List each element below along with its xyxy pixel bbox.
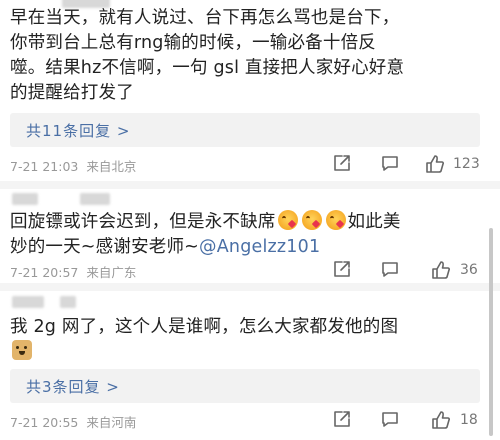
like-count: 123 — [453, 156, 480, 172]
like-button[interactable] — [424, 153, 446, 175]
thumbs-up-icon — [432, 411, 450, 429]
like-button[interactable] — [430, 409, 452, 431]
comment-text-segment: 如此美 — [347, 212, 401, 232]
comment-time: 7-21 21:03 — [10, 159, 79, 174]
blurred-avatar — [12, 296, 44, 308]
comment-icon — [382, 156, 398, 171]
comment-meta-text: 7-21 20:57 来自广东 — [10, 262, 136, 281]
doge-emoji — [12, 340, 32, 360]
comment-location: 来自广东 — [86, 265, 137, 280]
view-replies-link[interactable]: 共11条回复 > — [26, 120, 130, 141]
comment-meta: 7-21 20:55 来自河南 18 — [10, 409, 490, 431]
share-icon — [334, 155, 350, 171]
comment-text-line: 妙的一天~感谢安老师~@Angelzz101 — [10, 235, 480, 260]
share-button[interactable] — [332, 153, 352, 173]
comment-text-line: 噬。结果hz不信啊，一句 gsl 直接把人家好心好意 — [10, 58, 405, 78]
scrollbar[interactable] — [489, 228, 493, 436]
comment-meta: 7-21 21:03 来自北京 123 — [10, 153, 490, 175]
comment-location: 来自河南 — [86, 415, 137, 430]
thumbs-up-icon — [426, 155, 444, 173]
comment-meta-text: 7-21 21:03 来自北京 — [10, 156, 136, 175]
comment-text-line: 早在当天，就有人说过、台下再怎么骂也是台下， — [10, 8, 400, 28]
comment-icon — [382, 262, 398, 277]
like-count: 36 — [460, 262, 478, 278]
comment-text: 我 2g 网了，这个人是谁啊，怎么大家都发他的图 — [10, 315, 480, 365]
blurred-username — [80, 193, 110, 205]
like-count: 18 — [460, 412, 478, 428]
comment-meta-text: 7-21 20:55 来自河南 — [10, 412, 136, 431]
comment-text-line — [10, 340, 480, 365]
comment-text: 早在当天，就有人说过、台下再怎么骂也是台下， 你带到台上总有rng输的时候，一输… — [10, 6, 480, 106]
user-mention-link[interactable]: @Angelzz101 — [199, 237, 320, 257]
comment-button[interactable] — [380, 259, 400, 279]
view-replies-link[interactable]: 共3条回复 > — [26, 376, 120, 397]
comment-divider — [0, 283, 500, 291]
face-blowing-kiss-emoji — [301, 210, 322, 230]
comment-button[interactable] — [380, 409, 400, 429]
comment-text-line: 的提醒给打发了 — [10, 83, 134, 103]
replies-box[interactable]: 共3条回复 > — [10, 369, 480, 403]
like-button[interactable] — [430, 259, 452, 281]
blurred-username — [60, 296, 76, 308]
comment-text-line: 你带到台上总有rng输的时候，一输必备十倍反 — [10, 33, 376, 53]
comment-text-line: 我 2g 网了，这个人是谁啊，怎么大家都发他的图 — [10, 317, 399, 337]
comment-time: 7-21 20:55 — [10, 415, 79, 430]
replies-box[interactable]: 共11条回复 > — [10, 113, 480, 147]
face-blowing-kiss-emoji — [277, 210, 298, 230]
share-icon — [334, 261, 350, 277]
blurred-avatar — [12, 193, 38, 205]
share-button[interactable] — [332, 259, 352, 279]
comment-button[interactable] — [380, 153, 400, 173]
comment-time: 7-21 20:57 — [10, 265, 79, 280]
comment-feed: 早在当天，就有人说过、台下再怎么骂也是台下， 你带到台上总有rng输的时候，一输… — [0, 0, 500, 440]
comment-icon — [382, 412, 398, 427]
comment-text-segment: 回旋镖或许会迟到，但是永不缺席 — [10, 212, 276, 232]
comment-text-line: 回旋镖或许会迟到，但是永不缺席 如此美 — [10, 210, 480, 235]
comment-text-segment: 妙的一天~感谢安老师~ — [10, 237, 200, 257]
face-blowing-kiss-emoji — [325, 210, 346, 230]
share-icon — [334, 411, 350, 427]
comment-location: 来自北京 — [86, 159, 137, 174]
thumbs-up-icon — [432, 261, 450, 279]
comment-divider — [0, 181, 500, 189]
share-button[interactable] — [332, 409, 352, 429]
comment-meta: 7-21 20:57 来自广东 36 — [10, 259, 490, 281]
comment-text: 回旋镖或许会迟到，但是永不缺席 如此美 妙的一天~感谢安老师~@Angelzz10… — [10, 210, 480, 260]
